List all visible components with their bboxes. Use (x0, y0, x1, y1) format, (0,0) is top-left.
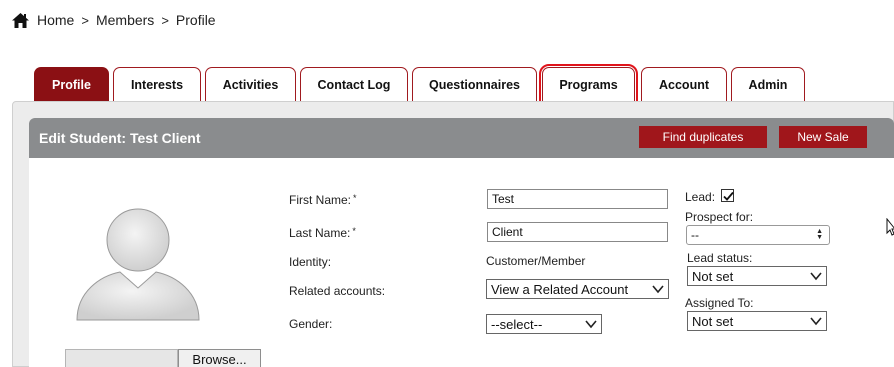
related-accounts-select[interactable]: View a Related Account (486, 279, 669, 299)
first-name-label: First Name: * (289, 193, 357, 207)
chevron-down-icon (810, 317, 822, 326)
assigned-to-value: Not set (692, 313, 734, 329)
main-panel: Edit Student: Test Client Find duplicate… (12, 101, 894, 367)
breadcrumb-home[interactable]: Home (37, 12, 74, 28)
panel-header: Edit Student: Test Client Find duplicate… (29, 118, 894, 158)
browse-button[interactable]: Browse... (178, 349, 261, 367)
chevron-down-icon (652, 285, 664, 294)
page-title: Edit Student: Test Client (39, 130, 201, 146)
breadcrumb-members[interactable]: Members (96, 12, 154, 28)
checkmark-icon (723, 191, 734, 201)
photo-upload: Browse... (65, 349, 261, 367)
avatar (75, 202, 201, 322)
tab-profile[interactable]: Profile (34, 67, 109, 102)
lead-status-value: Not set (692, 268, 734, 284)
tab-activities[interactable]: Activities (205, 67, 296, 102)
last-name-label-text: Last Name: (289, 226, 351, 240)
required-marker: * (353, 193, 357, 203)
tab-questionnaires[interactable]: Questionnaires (412, 67, 537, 102)
prospect-for-select[interactable]: -- ▲ ▼ (686, 225, 830, 245)
required-marker: * (352, 226, 356, 236)
gender-value: --select-- (491, 316, 543, 332)
tab-programs[interactable]: Programs (539, 64, 638, 105)
chevron-down-icon (585, 320, 597, 329)
find-duplicates-button[interactable]: Find duplicates (639, 126, 767, 148)
photo-file-field[interactable] (65, 349, 178, 367)
breadcrumb-separator: > (81, 12, 89, 28)
tab-admin[interactable]: Admin (731, 67, 805, 102)
assigned-to-label: Assigned To: (685, 296, 754, 310)
last-name-label: Last Name: * (289, 226, 356, 240)
identity-value: Customer/Member (486, 254, 586, 268)
lead-status-select[interactable]: Not set (687, 266, 827, 286)
prospect-for-value: -- (691, 228, 699, 242)
panel-body: Browse... First Name:* Last Name:* Ident… (29, 158, 894, 367)
first-name-label-text: First Name: (289, 193, 352, 207)
related-accounts-value: View a Related Account (491, 281, 629, 297)
updown-arrows-icon: ▲ ▼ (816, 228, 823, 241)
new-sale-button[interactable]: New Sale (779, 126, 867, 148)
prospect-for-label: Prospect for: (685, 210, 754, 224)
gender-label: Gender: (289, 317, 333, 331)
assigned-to-select[interactable]: Not set (687, 311, 827, 331)
first-name-field[interactable] (487, 189, 668, 209)
lead-checkbox[interactable] (721, 189, 734, 202)
tab-account[interactable]: Account (641, 67, 727, 102)
related-accounts-label: Related accounts: (289, 284, 386, 298)
breadcrumb-separator: > (161, 12, 169, 28)
lead-label: Lead: (685, 190, 716, 204)
mouse-cursor-icon (886, 218, 894, 236)
tab-contact-log[interactable]: Contact Log (300, 67, 408, 102)
last-name-field[interactable] (487, 222, 668, 242)
lead-status-label: Lead status: (687, 251, 753, 265)
home-icon[interactable] (12, 12, 29, 28)
identity-label: Identity: (289, 255, 332, 269)
breadcrumb-profile: Profile (175, 12, 216, 28)
chevron-down-icon (810, 272, 822, 281)
breadcrumb: Home > Members > Profile (12, 11, 216, 29)
tab-interests[interactable]: Interests (113, 67, 201, 102)
gender-select[interactable]: --select-- (486, 314, 602, 334)
